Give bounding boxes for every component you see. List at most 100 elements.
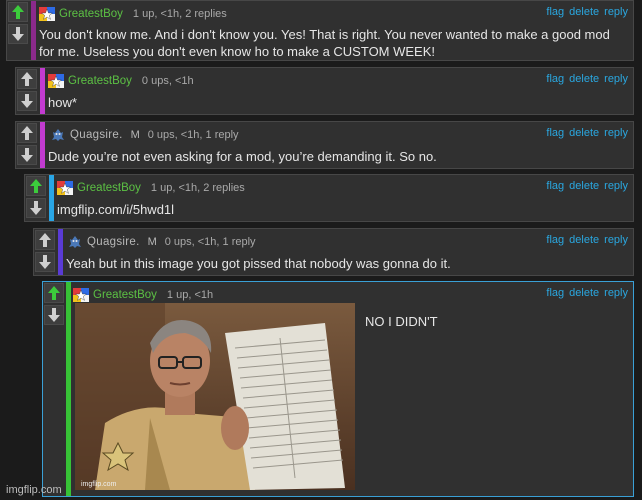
comment-image[interactable]: imgflip.com	[75, 303, 355, 490]
arrow-up-icon	[39, 233, 51, 247]
username[interactable]: GreatestBoy	[59, 8, 123, 20]
comment-2: GreatestBoy 0 ups, <1h flag delete reply h…	[15, 67, 634, 115]
comment-actions: flag delete reply	[541, 127, 628, 139]
downvote-button[interactable]	[26, 198, 46, 218]
thread-bar	[58, 229, 63, 275]
comment-actions: flag delete reply	[541, 234, 628, 246]
downvote-button[interactable]	[17, 145, 37, 165]
delete-link[interactable]: delete	[569, 73, 599, 85]
comment-text-line: for me. Useless you don't even know ho t…	[39, 44, 436, 59]
comment-meta: 1 up, <1h, 2 replies	[150, 182, 245, 194]
flag-link[interactable]: flag	[546, 287, 564, 299]
thread-bar	[49, 175, 54, 221]
delete-link[interactable]: delete	[569, 6, 599, 18]
image-caption: imgflip.com	[81, 481, 117, 488]
comment-meta: 0 ups, <1h, 1 reply	[164, 236, 256, 248]
arrow-down-icon	[21, 94, 33, 108]
flag-link[interactable]: flag	[546, 73, 564, 85]
arrow-up-icon	[21, 72, 33, 86]
comment-header: GreatestBoy 1 up, <1h	[73, 287, 213, 303]
comment-text: how*	[48, 95, 77, 110]
delete-link[interactable]: delete	[569, 180, 599, 192]
arrow-down-icon	[39, 255, 51, 269]
downvote-button[interactable]	[17, 91, 37, 111]
delete-link[interactable]: delete	[569, 127, 599, 139]
avatar-icon[interactable]	[73, 288, 89, 302]
downvote-button[interactable]	[44, 305, 64, 325]
upvote-button[interactable]	[44, 283, 64, 303]
flag-link[interactable]: flag	[546, 127, 564, 139]
arrow-up-icon	[48, 286, 60, 300]
reply-link[interactable]: reply	[604, 6, 628, 18]
thread-bar	[40, 68, 45, 114]
delete-link[interactable]: delete	[569, 234, 599, 246]
comment-meta: 0 ups, <1h, 1 reply	[147, 129, 239, 141]
reply-link[interactable]: reply	[604, 180, 628, 192]
upvote-button[interactable]	[35, 230, 55, 250]
delete-link[interactable]: delete	[569, 287, 599, 299]
comment-4: GreatestBoy 1 up, <1h, 2 replies flag del…	[24, 174, 634, 222]
comment-text: Dude you’re not even asking for a mod, y…	[48, 149, 437, 164]
comment-body: GreatestBoy 1 up, <1h flag delete reply	[73, 282, 633, 496]
quagsire-avatar-icon[interactable]	[67, 235, 83, 249]
mod-badge: M	[130, 129, 140, 141]
username[interactable]: GreatestBoy	[77, 182, 141, 194]
upvote-button[interactable]	[26, 176, 46, 196]
vote-controls	[16, 122, 38, 167]
newspaper-man-image: imgflip.com	[75, 303, 355, 490]
vote-controls	[34, 229, 56, 274]
avatar-icon[interactable]	[39, 7, 55, 21]
comment-header: GreatestBoy 0 ups, <1h	[48, 73, 194, 89]
comment-meta: 1 up, <1h, 2 replies	[132, 8, 227, 20]
avatar-icon[interactable]	[48, 74, 64, 88]
reply-link[interactable]: reply	[604, 234, 628, 246]
username[interactable]: GreatestBoy	[93, 289, 157, 301]
comment-actions: flag delete reply	[541, 180, 628, 192]
comment-5: Quagsire. M 0 ups, <1h, 1 reply flag dele…	[33, 228, 634, 276]
comment-text: NO I DIDN'T	[365, 314, 438, 329]
comment-text-link[interactable]: imgflip.com/i/5hwd1l	[57, 201, 174, 218]
comment-text: You don't know me. And i don't know you.…	[39, 26, 637, 60]
upvote-button[interactable]	[8, 2, 28, 22]
arrow-up-icon	[12, 5, 24, 19]
comment-actions: flag delete reply	[541, 287, 628, 299]
flag-link[interactable]: flag	[546, 180, 564, 192]
comment-meta: 1 up, <1h	[166, 289, 214, 301]
flag-link[interactable]: flag	[546, 6, 564, 18]
vote-controls	[43, 282, 65, 327]
thread-bar	[66, 282, 71, 496]
reply-link[interactable]: reply	[604, 287, 628, 299]
vote-controls	[25, 175, 47, 220]
comment-3: Quagsire. M 0 ups, <1h, 1 reply flag dele…	[15, 121, 634, 169]
thread-bar	[40, 122, 45, 168]
mod-badge: M	[147, 236, 157, 248]
comment-text: Yeah but in this image you got pissed th…	[66, 256, 451, 271]
comment-header: GreatestBoy 1 up, <1h, 2 replies	[39, 6, 227, 22]
downvote-button[interactable]	[8, 24, 28, 44]
username[interactable]: Quagsire.	[70, 129, 123, 141]
downvote-button[interactable]	[35, 252, 55, 272]
quagsire-avatar-icon[interactable]	[50, 128, 66, 142]
upvote-button[interactable]	[17, 69, 37, 89]
comment-6: GreatestBoy 1 up, <1h flag delete reply	[42, 281, 634, 497]
reply-link[interactable]: reply	[604, 127, 628, 139]
flag-link[interactable]: flag	[546, 234, 564, 246]
thread-bar	[31, 1, 36, 60]
upvote-button[interactable]	[17, 123, 37, 143]
comment-actions: flag delete reply	[541, 73, 628, 85]
imgflip-watermark: imgflip.com	[6, 484, 62, 496]
vote-controls	[7, 1, 29, 46]
arrow-down-icon	[12, 27, 24, 41]
comment-actions: flag delete reply	[541, 6, 628, 18]
reply-link[interactable]: reply	[604, 73, 628, 85]
comment-header: GreatestBoy 1 up, <1h, 2 replies	[57, 180, 245, 196]
avatar-icon[interactable]	[57, 181, 73, 195]
username[interactable]: Quagsire.	[87, 236, 140, 248]
arrow-down-icon	[48, 308, 60, 322]
comment-header: Quagsire. M 0 ups, <1h, 1 reply	[67, 234, 256, 250]
arrow-down-icon	[30, 201, 42, 215]
comment-meta: 0 ups, <1h	[141, 75, 194, 87]
arrow-down-icon	[21, 148, 33, 162]
username[interactable]: GreatestBoy	[68, 75, 132, 87]
comment-1: GreatestBoy 1 up, <1h, 2 replies flag del…	[6, 0, 634, 61]
